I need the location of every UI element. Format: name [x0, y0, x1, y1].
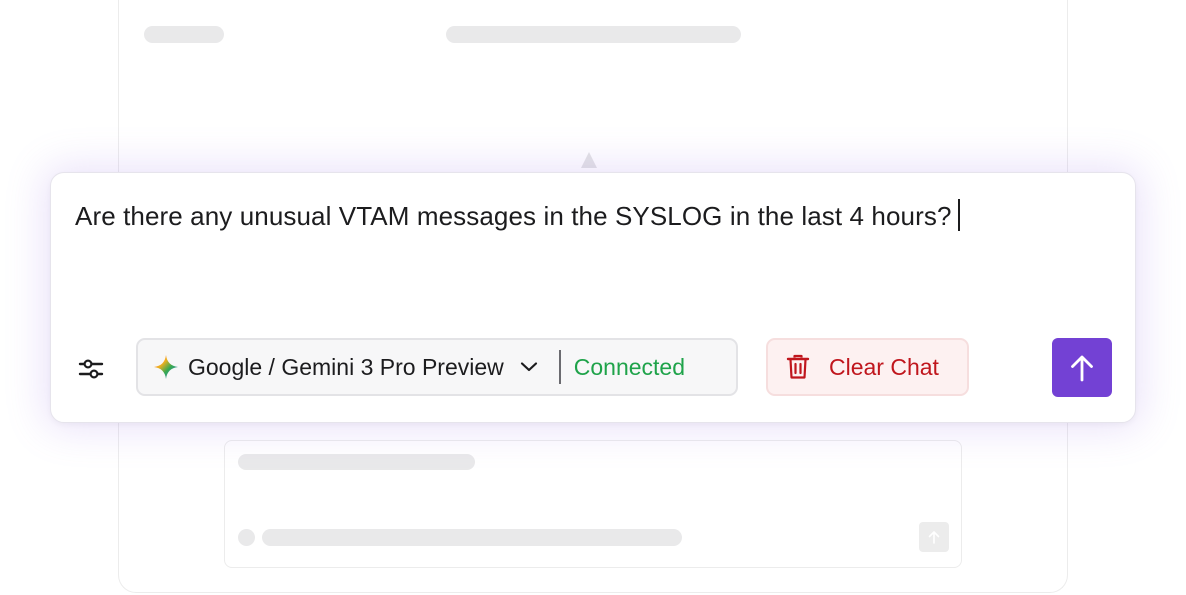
skeleton-bar [446, 26, 741, 43]
chevron-down-icon [518, 356, 540, 378]
clear-chat-button[interactable]: Clear Chat [766, 338, 969, 396]
send-button[interactable] [1052, 338, 1112, 397]
prompt-text: Are there any unusual VTAM messages in t… [75, 201, 952, 231]
clear-chat-label: Clear Chat [829, 353, 939, 380]
model-name: Google / Gemini 3 Pro Preview [188, 353, 504, 380]
skeleton-bar [238, 454, 475, 470]
arrow-up-icon [928, 531, 940, 544]
sliders-icon [78, 359, 104, 379]
skeleton-dot [238, 529, 255, 546]
background-card [224, 440, 962, 568]
trash-icon [785, 353, 811, 381]
skeleton-bar [262, 529, 682, 546]
connection-status: Connected [573, 353, 685, 380]
arrow-up-icon [1071, 355, 1093, 381]
model-selector[interactable]: Google / Gemini 3 Pro Preview Connected [136, 338, 738, 396]
skeleton-bar [144, 26, 224, 43]
prompt-input[interactable]: Are there any unusual VTAM messages in t… [75, 199, 960, 232]
background-send-button [919, 522, 949, 552]
divider [558, 350, 561, 384]
prompt-card: Are there any unusual VTAM messages in t… [50, 172, 1136, 423]
settings-button[interactable] [77, 355, 105, 383]
gemini-star-icon [153, 354, 179, 380]
text-cursor [957, 199, 960, 231]
popover-arrow [581, 152, 597, 168]
